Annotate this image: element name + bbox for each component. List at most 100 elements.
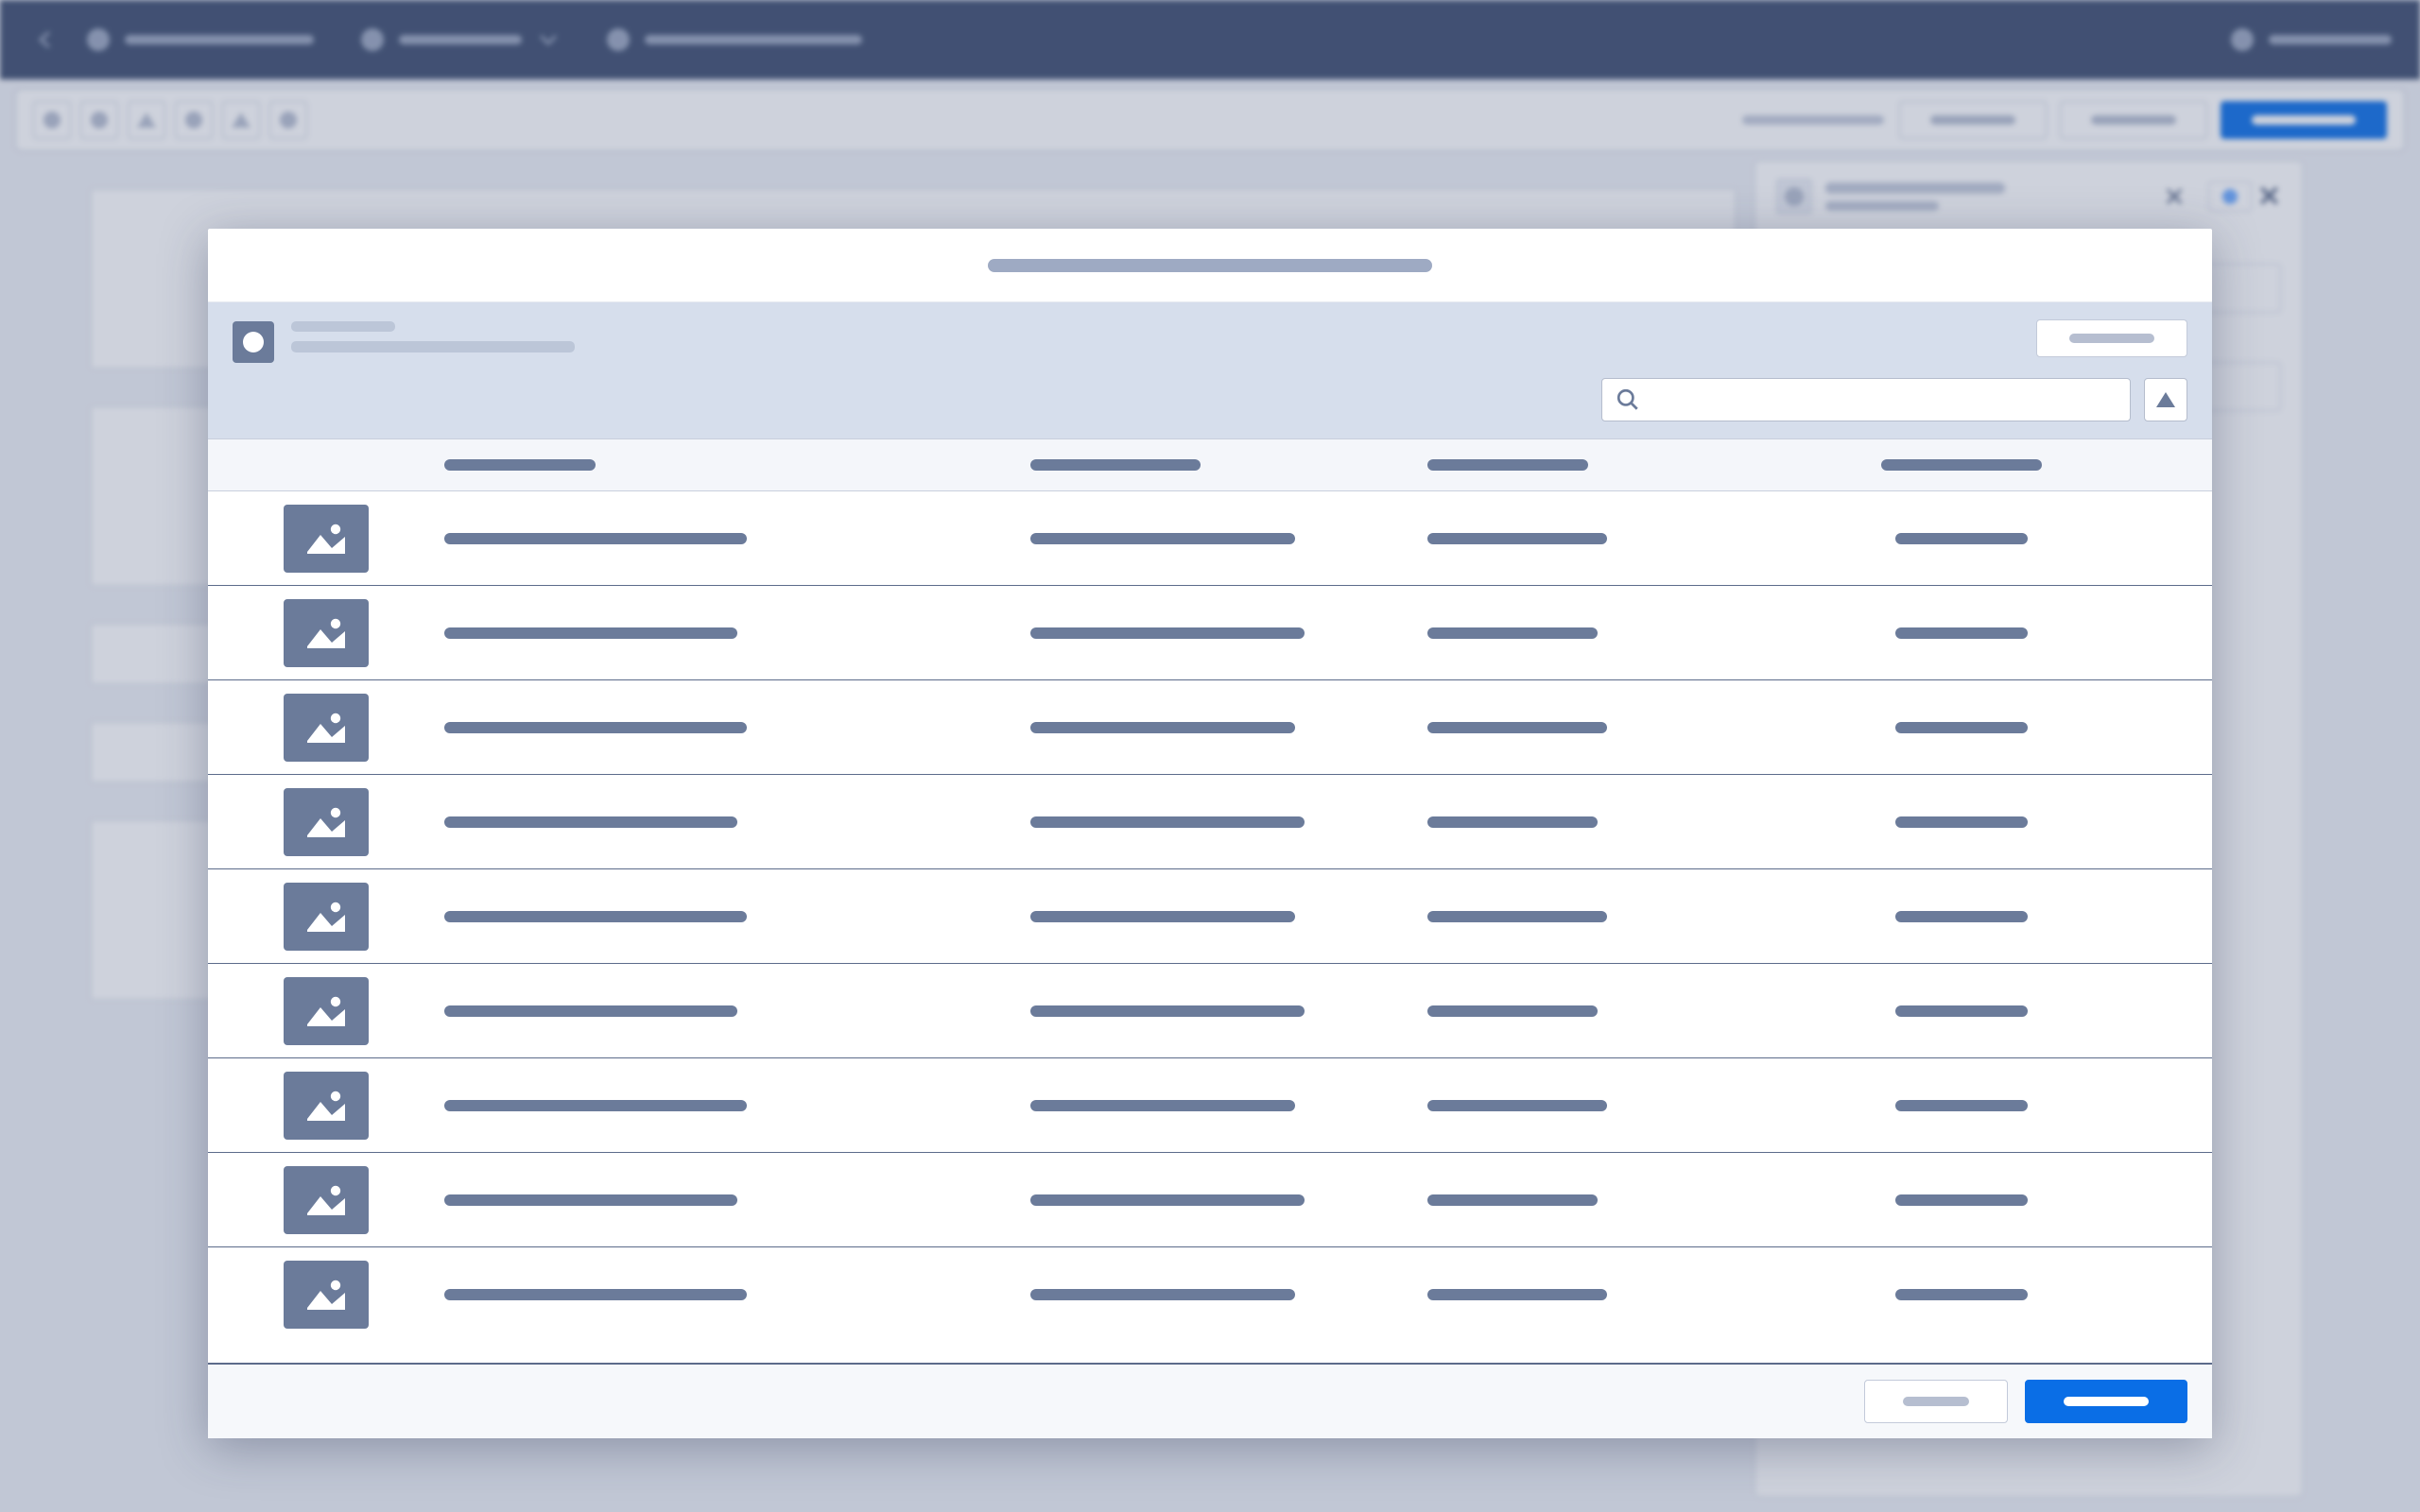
cell-value [1427,1005,1598,1017]
cell-value [1895,1005,2028,1017]
thumbnail-icon [284,694,369,762]
cell-value [1895,816,2028,828]
thumbnail-icon [284,599,369,667]
cell-c3 [1427,1005,1777,1017]
cell-c2 [1030,1100,1427,1111]
cell-c3 [1427,533,1777,544]
table-row[interactable] [208,869,2212,964]
cell-c1 [444,722,1030,733]
cell-value [1895,533,2028,544]
cell-value [1030,1194,1305,1206]
col-header-4[interactable] [1881,459,2042,471]
cancel-button[interactable] [1864,1380,2008,1423]
cell-c3 [1427,722,1777,733]
cell-c4 [1777,1005,2146,1017]
table-row[interactable] [208,1058,2212,1153]
cell-c4 [1777,1194,2146,1206]
cell-c1 [444,533,1030,544]
cell-value [1030,722,1295,733]
col-header-1[interactable] [444,459,596,471]
cell-c4 [1777,533,2146,544]
table-body [208,491,2212,1363]
cell-c4 [1777,722,2146,733]
cell-c3 [1427,1100,1777,1111]
cell-c2 [1030,911,1427,922]
modal-footer [208,1363,2212,1438]
cell-value [1895,627,2028,639]
cell-c3 [1427,911,1777,922]
cell-value [444,533,747,544]
cell-c1 [444,816,1030,828]
cell-value [1427,627,1598,639]
table-row[interactable] [208,491,2212,586]
search-icon [1616,387,1640,412]
cell-c2 [1030,1005,1427,1017]
table-row[interactable] [208,586,2212,680]
cell-value [1427,911,1607,922]
context-status-button[interactable] [2036,319,2187,357]
context-avatar [233,321,274,363]
table-header [208,438,2212,491]
cell-value [444,816,737,828]
table-row[interactable] [208,1247,2212,1342]
cell-c1 [444,1194,1030,1206]
sort-button[interactable] [2144,378,2187,421]
context-name [291,321,395,332]
table-row[interactable] [208,964,2212,1058]
confirm-button[interactable] [2025,1380,2187,1423]
thumbnail-icon [284,1072,369,1140]
modal-title [988,259,1432,272]
thumbnail-icon [284,1261,369,1329]
thumbnail-icon [284,883,369,951]
cell-c2 [1030,816,1427,828]
sort-asc-icon [2156,392,2175,407]
table-row[interactable] [208,775,2212,869]
cell-value [1427,1289,1607,1300]
cell-value [444,1289,747,1300]
cell-value [1427,533,1607,544]
cell-c1 [444,1100,1030,1111]
thumbnail-icon [284,1166,369,1234]
cell-c4 [1777,816,2146,828]
cell-c1 [444,911,1030,922]
confirm-label [2064,1397,2149,1406]
cell-value [1030,627,1305,639]
table-row[interactable] [208,1153,2212,1247]
cell-c2 [1030,533,1427,544]
cell-value [1895,1194,2028,1206]
cell-value [1427,1194,1598,1206]
cell-value [1895,1289,2028,1300]
cell-value [1895,911,2028,922]
cell-value [1030,1100,1295,1111]
cell-c2 [1030,722,1427,733]
cell-value [444,1194,737,1206]
cell-c2 [1030,1194,1427,1206]
search-input[interactable] [1601,378,2131,421]
cell-value [1030,1005,1305,1017]
cell-value [1030,533,1295,544]
table-row[interactable] [208,680,2212,775]
cell-value [444,911,747,922]
col-header-2[interactable] [1030,459,1201,471]
cell-c1 [444,1005,1030,1017]
cell-c2 [1030,1289,1427,1300]
thumbnail-icon [284,505,369,573]
cell-value [1030,911,1295,922]
cell-c3 [1427,816,1777,828]
thumbnail-icon [284,977,369,1045]
cell-value [444,1005,737,1017]
cell-c4 [1777,1100,2146,1111]
cell-c4 [1777,1289,2146,1300]
modal-context-panel [208,302,2212,438]
cell-value [444,627,737,639]
cell-value [1427,722,1607,733]
cell-c3 [1427,1289,1777,1300]
cell-value [1030,816,1305,828]
col-header-3[interactable] [1427,459,1588,471]
context-subtitle [291,341,575,352]
cell-value [444,722,747,733]
thumbnail-icon [284,788,369,856]
context-status-label [2069,334,2154,343]
cell-c1 [444,1289,1030,1300]
cell-value [444,1100,747,1111]
